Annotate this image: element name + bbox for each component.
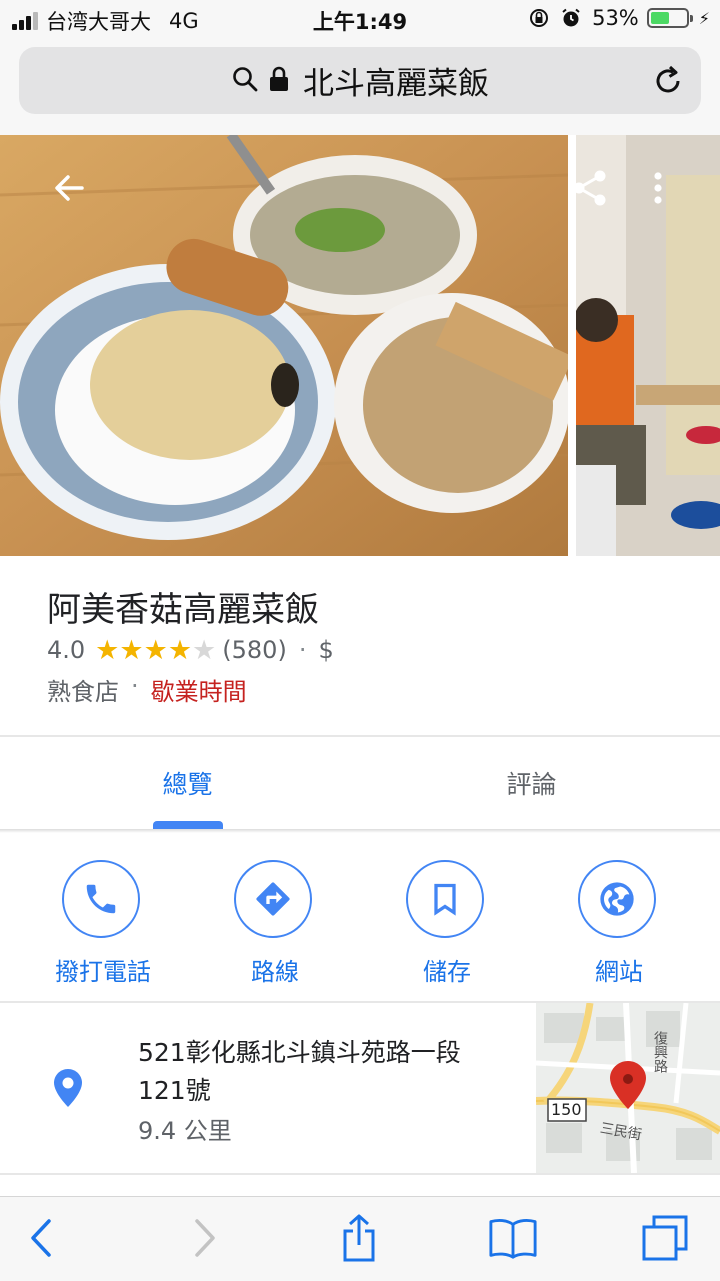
address-line-1: 521彰化縣北斗鎮斗苑路一段 (138, 1038, 461, 1067)
battery-percent: 53% (592, 6, 639, 30)
directions-label: 路線 (251, 958, 299, 986)
tabs-icon[interactable] (640, 1213, 690, 1263)
website-label: 網站 (595, 958, 643, 986)
reload-icon[interactable] (651, 64, 685, 98)
map-road-number: 150 (551, 1100, 582, 1119)
rating-line: 4.0 ★ ★ ★ ★ ★ (580) · $ (47, 632, 334, 668)
url-text: 北斗高麗菜飯 (303, 66, 489, 102)
call-label: 撥打電話 (55, 958, 151, 986)
tab-selected-indicator (153, 821, 223, 829)
tabs-shadow (0, 829, 720, 833)
separator: · (131, 672, 139, 700)
charging-icon: ⚡ (698, 8, 710, 28)
rotation-lock-icon (528, 7, 550, 29)
bookmarks-icon[interactable] (488, 1213, 538, 1263)
location-pin-icon (52, 1068, 84, 1108)
star-filled-icon: ★ (167, 634, 193, 666)
separator: · (298, 636, 307, 664)
address-bar[interactable]: 北斗高麗菜飯 (19, 47, 701, 114)
battery-icon (646, 8, 693, 28)
search-icon (231, 65, 259, 97)
share-icon[interactable] (570, 168, 610, 208)
more-options-icon[interactable] (646, 170, 670, 210)
rating-value: 4.0 (47, 636, 86, 664)
divider (0, 1173, 720, 1175)
tab-reviews[interactable]: 評論 (444, 742, 619, 824)
globe-icon (578, 860, 656, 938)
place-name: 阿美香菇高麗菜飯 (47, 590, 319, 630)
browser-toolbar (0, 1196, 720, 1281)
back-icon[interactable] (16, 1213, 66, 1263)
distance: 9.4 公里 (138, 1117, 232, 1145)
back-arrow-icon[interactable] (52, 170, 88, 206)
share-icon[interactable] (334, 1213, 384, 1263)
status-bar: 台湾大哥大 4G 上午1:49 53% ⚡ (0, 0, 720, 40)
battery-fill (650, 12, 669, 24)
review-count[interactable]: (580) (222, 636, 287, 664)
browser-header: 北斗高麗菜飯 (0, 40, 720, 135)
save-label: 儲存 (423, 958, 471, 986)
directions-icon (234, 860, 312, 938)
map-street-label: 復興路 (652, 1031, 668, 1073)
hours-status[interactable]: 歇業時間 (151, 672, 247, 707)
rating-stars: ★ ★ ★ ★ ★ (95, 637, 216, 664)
place-category: 熟食店 (47, 678, 119, 706)
price-level: $ (318, 636, 334, 664)
alarm-icon (560, 7, 582, 29)
star-empty-icon: ★ (192, 634, 217, 666)
map-thumbnail[interactable]: 150 復興路 三民街 (536, 1003, 720, 1173)
lock-icon (269, 66, 289, 96)
star-filled-icon: ★ (143, 634, 168, 666)
forward-icon[interactable] (180, 1213, 230, 1263)
tab-overview[interactable]: 總覽 (100, 742, 275, 824)
bookmark-icon (406, 860, 484, 938)
star-filled-icon: ★ (95, 634, 120, 666)
star-filled-icon: ★ (119, 634, 144, 666)
category-line: 熟食店 · 歇業時間 (47, 672, 247, 707)
divider (0, 735, 720, 737)
address-line-2: 121號 (138, 1076, 211, 1105)
phone-icon (62, 860, 140, 938)
